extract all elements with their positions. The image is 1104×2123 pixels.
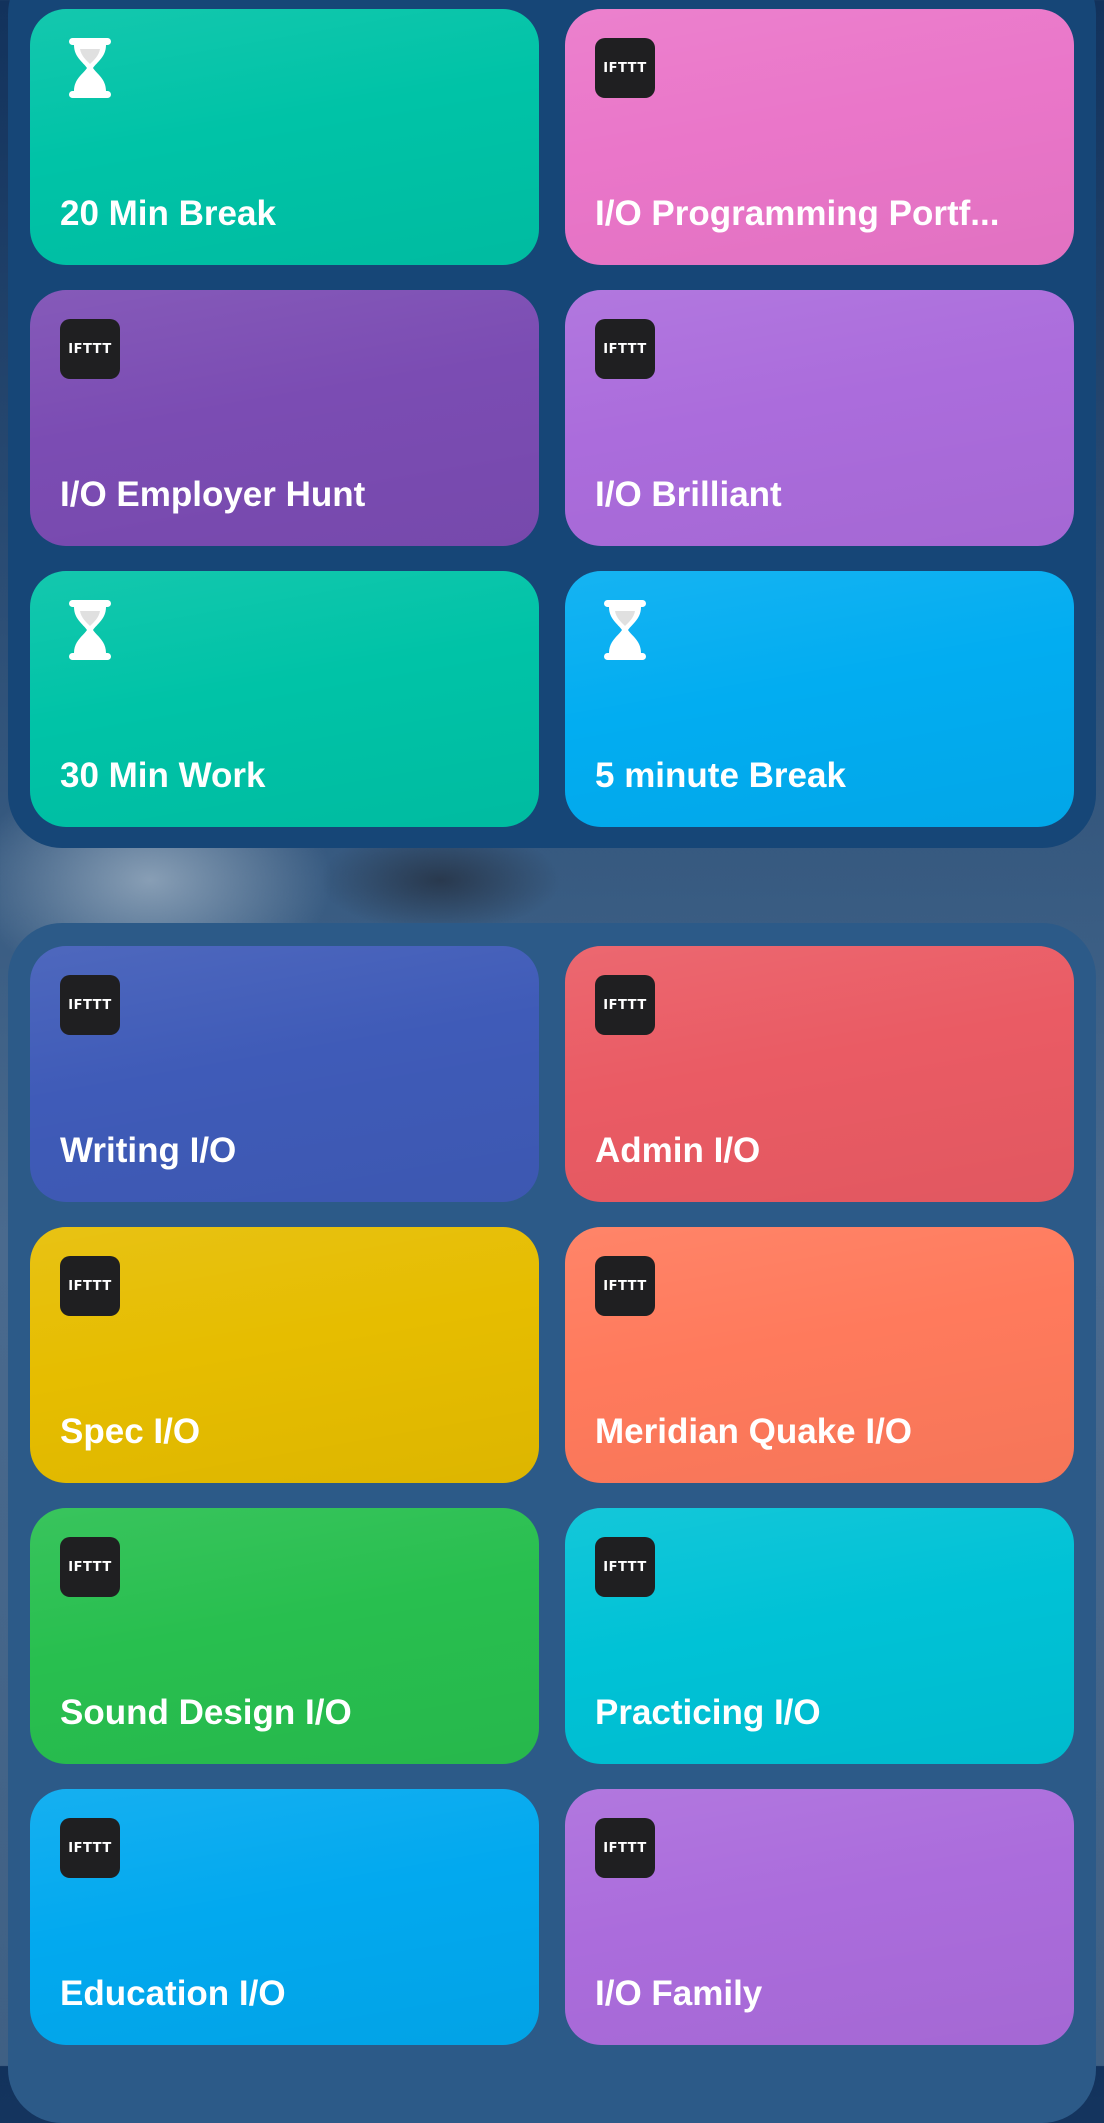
- shortcut-tile-io-employer-hunt[interactable]: IFTTT I/O Employer Hunt: [30, 290, 539, 546]
- ifttt-icon: IFTTT: [595, 38, 655, 98]
- shortcut-label: Education I/O: [60, 1974, 286, 2013]
- shortcuts-grid: IFTTT Writing I/O IFTTT Admin I/O IFTTT …: [30, 946, 1074, 2045]
- ifttt-icon: IFTTT: [60, 1818, 120, 1878]
- shortcut-tile-practicing-io[interactable]: IFTTT Practicing I/O: [565, 1508, 1074, 1764]
- shortcut-tile-5-minute-break[interactable]: 5 minute Break: [565, 571, 1074, 827]
- ifttt-icon: IFTTT: [595, 975, 655, 1035]
- shortcut-label: Spec I/O: [60, 1412, 201, 1451]
- shortcut-label: 5 minute Break: [595, 756, 846, 795]
- shortcut-label: I/O Programming Portf...: [595, 194, 1000, 233]
- ifttt-icon: IFTTT: [595, 1818, 655, 1878]
- shortcut-tile-spec-io[interactable]: IFTTT Spec I/O: [30, 1227, 539, 1483]
- hourglass-icon: [60, 600, 120, 660]
- ifttt-icon: IFTTT: [595, 1256, 655, 1316]
- ifttt-icon: IFTTT: [60, 1537, 120, 1597]
- shortcut-label: Admin I/O: [595, 1131, 761, 1170]
- shortcut-label: 30 Min Work: [60, 756, 266, 795]
- shortcut-tile-sound-design-io[interactable]: IFTTT Sound Design I/O: [30, 1508, 539, 1764]
- shortcut-label: Sound Design I/O: [60, 1693, 352, 1732]
- shortcut-tile-meridian-quake-io[interactable]: IFTTT Meridian Quake I/O: [565, 1227, 1074, 1483]
- shortcut-tile-20-min-break[interactable]: 20 Min Break: [30, 9, 539, 265]
- shortcut-tile-education-io[interactable]: IFTTT Education I/O: [30, 1789, 539, 2045]
- shortcut-label: 20 Min Break: [60, 194, 276, 233]
- shortcuts-widget-top: 20 Min Break IFTTT I/O Programming Portf…: [8, 0, 1096, 848]
- hourglass-icon: [595, 600, 655, 660]
- shortcut-label: I/O Employer Hunt: [60, 475, 366, 514]
- ifttt-icon: IFTTT: [595, 1537, 655, 1597]
- shortcut-tile-io-family[interactable]: IFTTT I/O Family: [565, 1789, 1074, 2045]
- shortcut-tile-io-brilliant[interactable]: IFTTT I/O Brilliant: [565, 290, 1074, 546]
- shortcut-tile-io-programming-portfolio[interactable]: IFTTT I/O Programming Portf...: [565, 9, 1074, 265]
- shortcut-label: Writing I/O: [60, 1131, 237, 1170]
- shortcut-label: Practicing I/O: [595, 1693, 821, 1732]
- shortcut-tile-30-min-work[interactable]: 30 Min Work: [30, 571, 539, 827]
- shortcut-label: I/O Brilliant: [595, 475, 782, 514]
- hourglass-icon: [60, 38, 120, 98]
- shortcut-label: Meridian Quake I/O: [595, 1412, 913, 1451]
- ifttt-icon: IFTTT: [60, 1256, 120, 1316]
- shortcuts-grid: 20 Min Break IFTTT I/O Programming Portf…: [30, 9, 1074, 827]
- shortcut-tile-admin-io[interactable]: IFTTT Admin I/O: [565, 946, 1074, 1202]
- ifttt-icon: IFTTT: [595, 319, 655, 379]
- shortcut-tile-writing-io[interactable]: IFTTT Writing I/O: [30, 946, 539, 1202]
- ifttt-icon: IFTTT: [60, 319, 120, 379]
- ifttt-icon: IFTTT: [60, 975, 120, 1035]
- shortcut-label: I/O Family: [595, 1974, 763, 2013]
- shortcuts-widget-bottom: IFTTT Writing I/O IFTTT Admin I/O IFTTT …: [8, 923, 1096, 2123]
